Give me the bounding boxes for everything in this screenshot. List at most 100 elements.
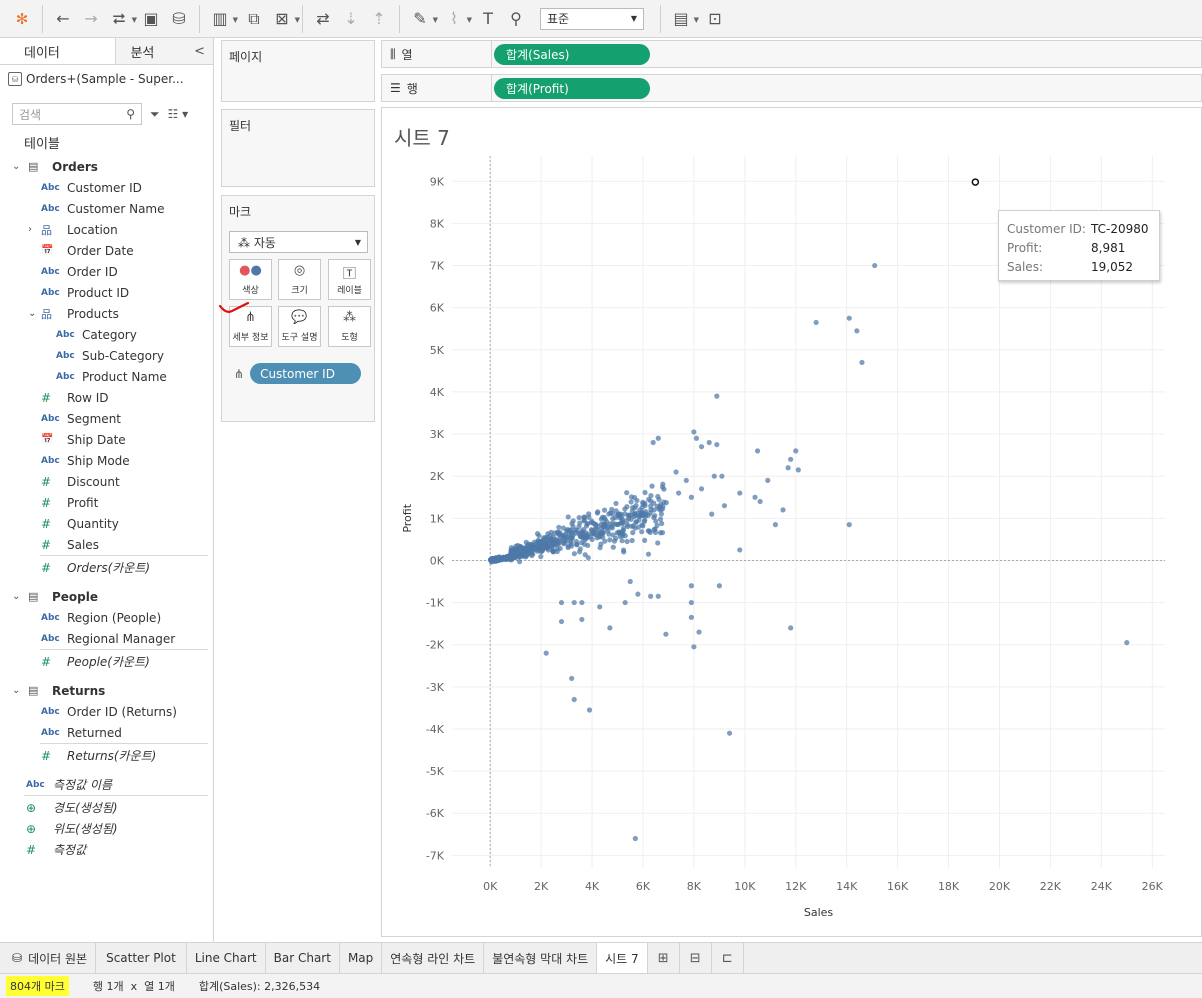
search-input[interactable]: 검색 ⚲: [12, 103, 142, 125]
scatter-point[interactable]: [545, 531, 551, 537]
scatter-point[interactable]: [558, 599, 565, 606]
worksheet-view[interactable]: 0K 2K 4K 6K 8K 10K 12K 14K 16K 18K 20K 22K 24K 26K 9K 8…: [381, 107, 1202, 937]
scatter-point[interactable]: [788, 456, 794, 462]
scatter-point[interactable]: [757, 498, 763, 505]
field-item[interactable]: Abc Returned: [0, 722, 214, 743]
mark-type-select[interactable]: ⁂ 자동 ▼: [229, 231, 368, 253]
scatter-point[interactable]: [635, 591, 641, 597]
scatter-point[interactable]: [616, 514, 622, 521]
scatter-point[interactable]: [661, 499, 667, 505]
tab-line-chart[interactable]: Line Chart: [187, 943, 266, 973]
undo-icon[interactable]: ←: [49, 5, 77, 33]
scatter-point[interactable]: [683, 477, 689, 484]
tooltip-button[interactable]: 💬 도구 설명: [278, 306, 321, 347]
scatter-point[interactable]: [698, 486, 705, 492]
scatter-point[interactable]: [655, 435, 661, 441]
field-item[interactable]: Abc Customer ID: [0, 177, 214, 198]
size-button[interactable]: ◎ 크기: [278, 259, 321, 300]
view-size-select[interactable]: 표준 ▼: [540, 7, 644, 30]
pages-shelf[interactable]: 페이지: [221, 40, 375, 102]
tab-scatter-plot[interactable]: Scatter Plot: [96, 943, 187, 973]
field-item[interactable]: Abc Product ID: [0, 282, 214, 303]
scatter-point[interactable]: [624, 538, 630, 545]
scatter-point[interactable]: [846, 315, 852, 321]
tab-bar-chart[interactable]: Bar Chart: [266, 943, 340, 973]
scatter-point[interactable]: [509, 556, 515, 562]
scatter-point[interactable]: [589, 536, 595, 543]
scatter-point[interactable]: [714, 393, 720, 399]
scatter-point[interactable]: [607, 537, 613, 543]
field-item[interactable]: # Discount: [0, 471, 214, 492]
text-label-icon[interactable]: T: [474, 5, 502, 33]
chevron-right-icon[interactable]: ›: [28, 224, 32, 235]
pin-icon[interactable]: ⚲: [502, 5, 530, 33]
scatter-point[interactable]: [696, 629, 702, 635]
scatter-point[interactable]: [772, 522, 778, 528]
scatter-point[interactable]: [691, 429, 697, 435]
scatter-point[interactable]: [1124, 640, 1130, 646]
datasource-item[interactable]: ⛁ Orders+(Sample - Super...: [0, 65, 213, 93]
scatter-point[interactable]: [602, 516, 608, 522]
scatter-point[interactable]: [676, 490, 682, 496]
scatter-point[interactable]: [588, 527, 594, 533]
scatter-point[interactable]: [655, 540, 661, 546]
scatter-point[interactable]: [613, 535, 619, 541]
scatter-point[interactable]: [737, 490, 743, 496]
table-orders[interactable]: ⌄ ▤ Orders: [0, 156, 214, 177]
scatter-point[interactable]: [624, 504, 630, 510]
scatter-point[interactable]: [854, 328, 860, 334]
scatter-point[interactable]: [534, 531, 541, 537]
scatter-point[interactable]: [648, 503, 654, 509]
scatter-point[interactable]: [632, 835, 638, 842]
highlight-icon[interactable]: ✎ ▼: [406, 5, 438, 33]
scatter-point[interactable]: [594, 510, 601, 516]
field-item[interactable]: Abc Segment: [0, 408, 214, 429]
scatter-point[interactable]: [593, 526, 600, 532]
scatter-point[interactable]: [620, 527, 627, 534]
scatter-point[interactable]: [492, 557, 498, 563]
scatter-point[interactable]: [659, 520, 665, 527]
tableau-logo-icon[interactable]: ✻: [8, 5, 36, 33]
scatter-point[interactable]: [557, 529, 563, 536]
table-returns[interactable]: ⌄ ▤ Returns: [0, 680, 214, 701]
scatter-point[interactable]: [610, 544, 616, 550]
new-dashboard-tab-icon[interactable]: ⊟: [680, 943, 712, 973]
scatter-point[interactable]: [688, 599, 694, 606]
field-item[interactable]: # Orders(카운트): [0, 557, 214, 578]
tab-discrete-bar-chart[interactable]: 불연속형 막대 차트: [484, 943, 598, 973]
scatter-point[interactable]: [706, 439, 712, 446]
scatter-point[interactable]: [622, 599, 628, 606]
field-item[interactable]: › 品 Location: [0, 219, 214, 240]
scatter-point[interactable]: [693, 435, 700, 441]
scatter-point[interactable]: [632, 525, 638, 531]
field-item[interactable]: # Returns(카운트): [0, 745, 214, 766]
scatter-point[interactable]: [721, 503, 728, 509]
tab-sheet-7[interactable]: 시트 7: [597, 943, 648, 973]
scatter-point[interactable]: [565, 514, 571, 520]
field-item[interactable]: Abc Order ID: [0, 261, 214, 282]
chevron-down-icon[interactable]: ⌄: [12, 591, 20, 602]
tab-map[interactable]: Map: [340, 943, 383, 973]
scatter-point[interactable]: [619, 538, 625, 544]
field-item[interactable]: # Quantity: [0, 513, 214, 534]
sum-sales-pill[interactable]: 합계(Sales): [494, 43, 650, 65]
scatter-point[interactable]: [785, 465, 791, 471]
redo-icon[interactable]: →: [77, 5, 105, 33]
show-me-icon[interactable]: ▤ ▼: [667, 5, 699, 33]
field-item[interactable]: Abc Category: [0, 324, 214, 345]
field-item[interactable]: # People(카운트): [0, 651, 214, 672]
scatter-point[interactable]: [642, 537, 648, 543]
scatter-point[interactable]: [688, 583, 694, 589]
filters-shelf[interactable]: 필터: [221, 109, 375, 187]
field-item[interactable]: ⊕ 위도(생성됨): [0, 818, 214, 839]
field-item[interactable]: Abc 측정값 이름: [0, 774, 214, 795]
scatter-point[interactable]: [518, 547, 525, 553]
field-item[interactable]: ⌄ 品 Products: [0, 303, 214, 324]
scatter-point[interactable]: [632, 511, 638, 517]
scatter-point[interactable]: [719, 473, 725, 479]
scatter-point[interactable]: [576, 549, 583, 555]
scatter-point[interactable]: [663, 631, 669, 637]
new-story-tab-icon[interactable]: ⊏: [712, 943, 744, 973]
scatter-point[interactable]: [512, 549, 518, 555]
scatter-point[interactable]: [554, 546, 560, 552]
